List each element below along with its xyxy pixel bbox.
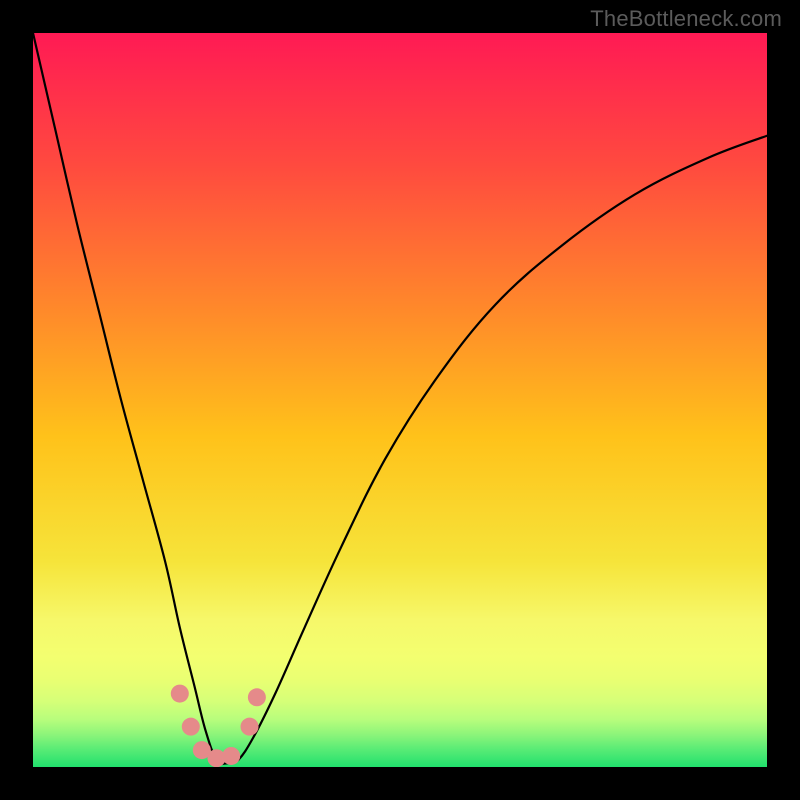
chart-frame: TheBottleneck.com bbox=[0, 0, 800, 800]
watermark-text: TheBottleneck.com bbox=[590, 6, 782, 32]
plot-area bbox=[33, 33, 767, 767]
curve-marker bbox=[241, 718, 259, 736]
curve-marker bbox=[171, 685, 189, 703]
curve-marker bbox=[222, 747, 240, 765]
bottleneck-curve bbox=[33, 33, 767, 767]
curve-marker bbox=[248, 688, 266, 706]
curve-marker bbox=[182, 718, 200, 736]
